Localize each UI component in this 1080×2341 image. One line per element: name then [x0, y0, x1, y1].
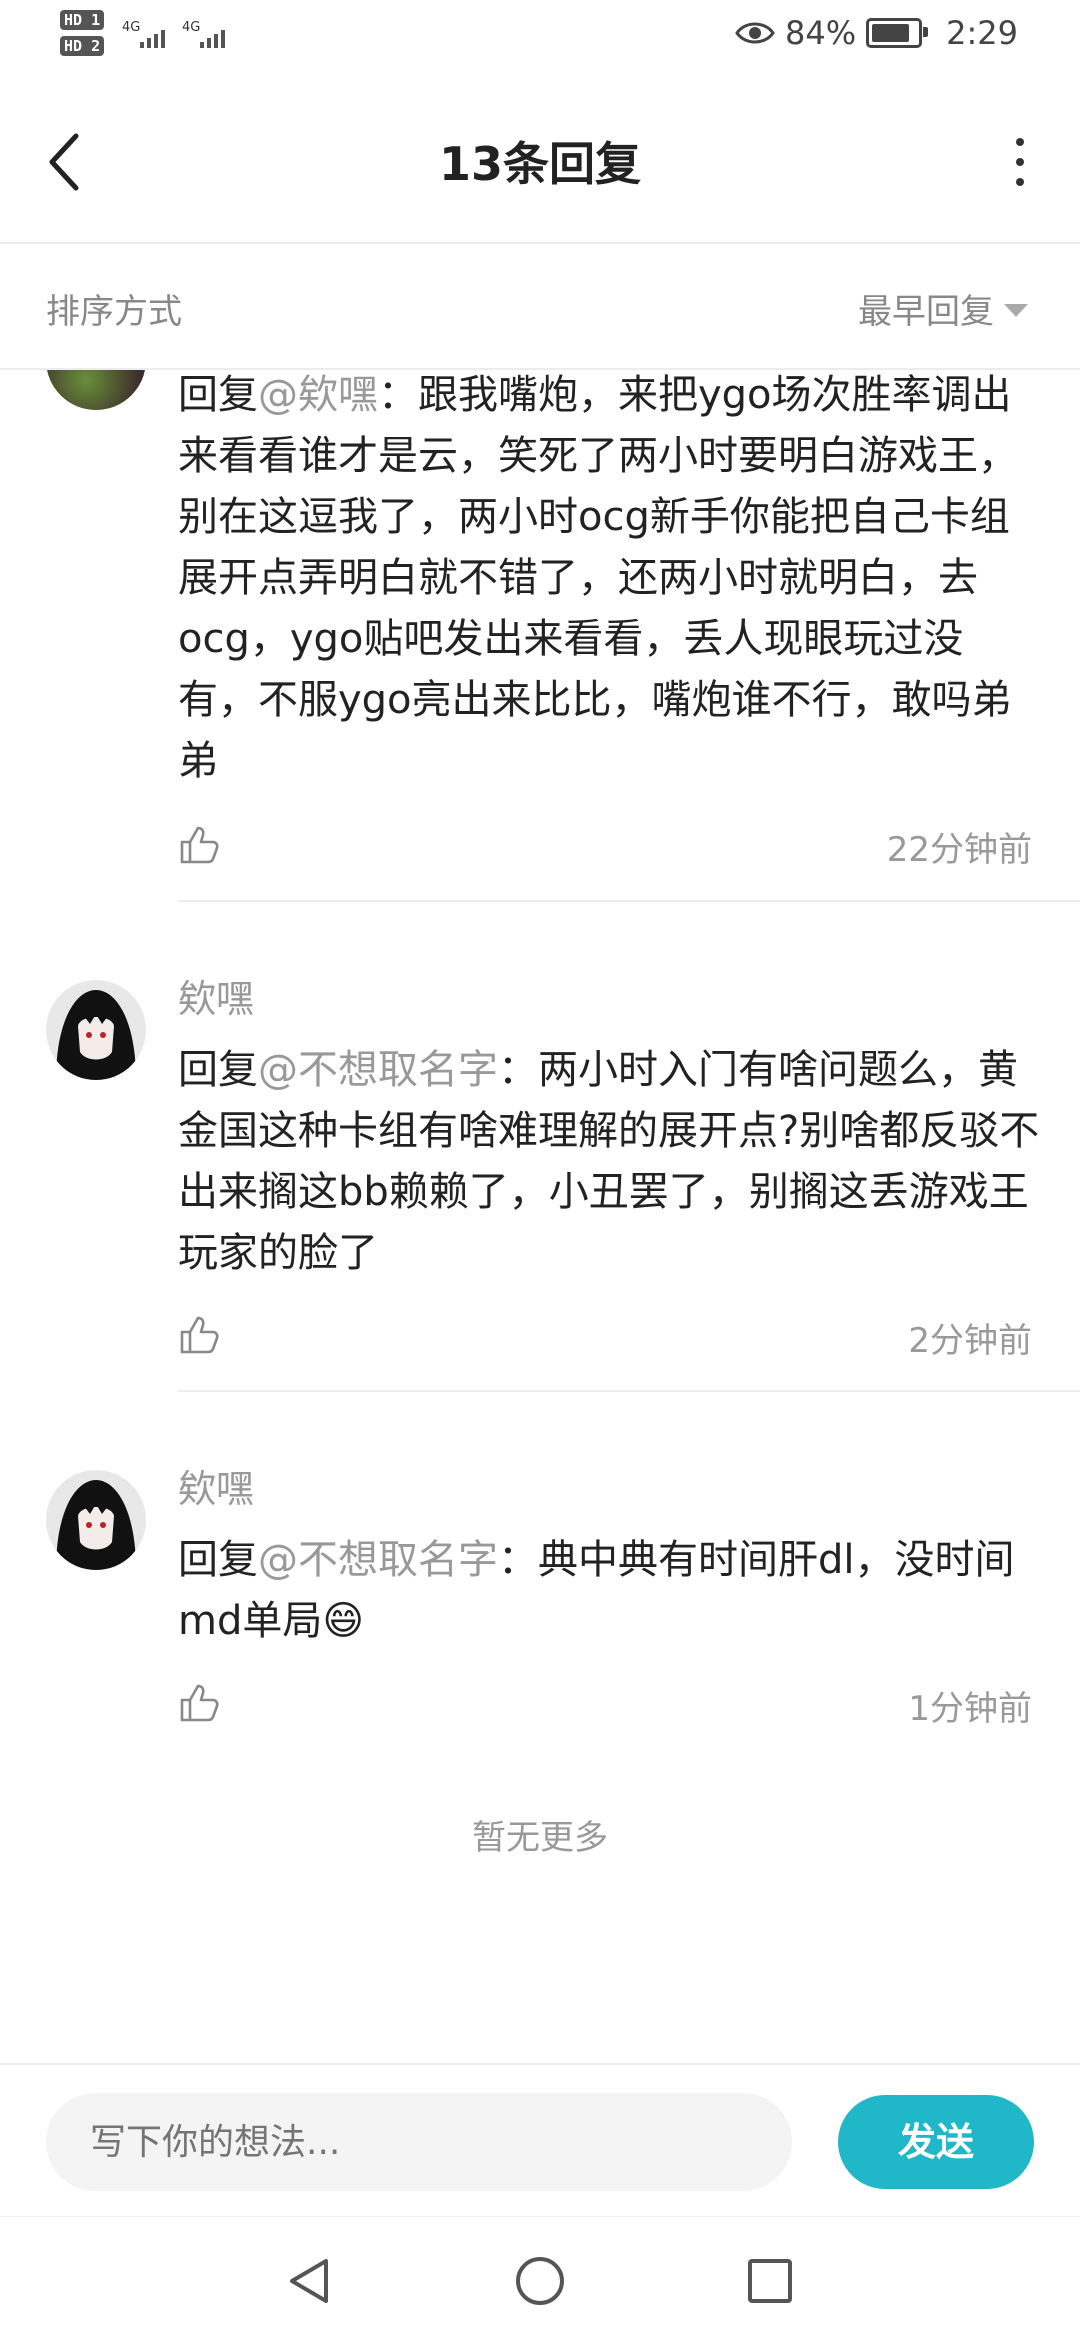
- sort-label: 排序方式: [46, 292, 182, 332]
- comment-time: 1分钟前: [908, 1689, 1032, 1729]
- divider: [178, 900, 1080, 902]
- comment-text: 回复@欸嘿：跟我嘴炮，来把ygo场次胜率调出来看看谁才是云，笑死了两小时要明白游…: [178, 365, 1040, 792]
- more-vertical-icon[interactable]: [1000, 130, 1040, 194]
- sim-indicators: HD 1 HD 2: [60, 10, 105, 62]
- eye-icon: [735, 22, 775, 44]
- battery-icon: [866, 18, 929, 48]
- comment-body: ：跟我嘴炮，来把ygo场次胜率调出来看看谁才是云，笑死了两小时要明白游戏王，别在…: [178, 372, 1018, 784]
- comment-time: 2分钟前: [908, 1321, 1032, 1361]
- comment-input[interactable]: [46, 2093, 792, 2191]
- sim2-badge: HD 2: [60, 36, 105, 56]
- comment-text: 回复@不想取名字：典中典有时间肝dl，没时间md单局😄: [178, 1530, 1040, 1652]
- network-type-1: 4G: [122, 20, 141, 35]
- nav-home-icon[interactable]: [514, 2255, 566, 2307]
- thumbs-up-icon[interactable]: [178, 1680, 222, 1724]
- mention-link[interactable]: @不想取名字: [258, 1047, 498, 1093]
- sort-value: 最早回复: [858, 292, 994, 332]
- nav-back-icon[interactable]: [284, 2255, 336, 2307]
- no-more-label: 暂无更多: [472, 1818, 608, 1858]
- battery-percent: 84%: [785, 14, 857, 52]
- top-app-bar: 13条回复: [0, 80, 1080, 244]
- signal-icon: [140, 30, 165, 48]
- status-right: 84% 2:29: [735, 14, 1018, 52]
- commenter-name[interactable]: 欸嘿: [178, 968, 254, 1023]
- mention-link[interactable]: @不想取名字: [258, 1537, 498, 1583]
- sim1-badge: HD 1: [60, 10, 105, 30]
- reply-prefix: 回复: [178, 1537, 258, 1583]
- page-title: 13条回复: [438, 137, 641, 191]
- thumbs-up-icon[interactable]: [178, 1312, 222, 1356]
- commenter-name[interactable]: 欸嘿: [178, 1458, 254, 1513]
- clock: 2:29: [946, 14, 1018, 52]
- comment-input-bar: 发送: [0, 2063, 1080, 2218]
- network-type-2: 4G: [182, 20, 201, 35]
- battery-fill: [872, 24, 910, 42]
- mention-link[interactable]: @欸嘿: [258, 372, 378, 418]
- caret-down-icon: [1004, 304, 1028, 317]
- thumbs-up-icon[interactable]: [178, 822, 222, 866]
- status-bar: HD 1 HD 2 4G 4G 84% 2:29: [0, 0, 1080, 80]
- comment-time: 22分钟前: [886, 830, 1032, 870]
- send-button[interactable]: 发送: [838, 2095, 1034, 2189]
- signal-icon: [200, 30, 225, 48]
- sort-dropdown[interactable]: 最早回复: [858, 284, 1028, 333]
- reply-prefix: 回复: [178, 1047, 258, 1093]
- comment-text: 回复@不想取名字：两小时入门有啥问题么，黄金国这种卡组有啥难理解的展开点?别啥都…: [178, 1040, 1040, 1284]
- avatar-image: [46, 1470, 146, 1570]
- avatar-image: [46, 980, 146, 1080]
- avatar[interactable]: [46, 1470, 146, 1570]
- reply-prefix: 回复: [178, 372, 258, 418]
- sort-bar: 排序方式 最早回复: [0, 244, 1080, 370]
- avatar[interactable]: [46, 980, 146, 1080]
- divider: [178, 1390, 1080, 1392]
- nav-recents-icon[interactable]: [744, 2255, 796, 2307]
- system-nav-bar: [0, 2216, 1080, 2341]
